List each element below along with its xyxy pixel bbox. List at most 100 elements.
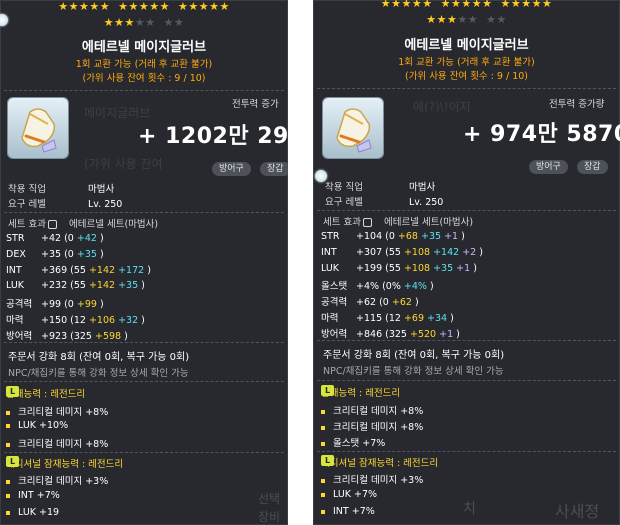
stat-row: DEX +35 (0 +35 ) bbox=[6, 249, 104, 260]
potential-header: L 잠재능력 : 레전드리 bbox=[6, 386, 86, 400]
stat-scroll: +68 bbox=[397, 231, 421, 242]
scissors-note: (가위 사용 잔여 횟수 : 9 / 10) bbox=[82, 73, 206, 84]
stat-flame: +172 bbox=[118, 264, 148, 276]
stat-star: +1 bbox=[456, 262, 474, 274]
starforce-stars-row2: ★★★★★ ★★ bbox=[426, 13, 507, 26]
stat-end: ) bbox=[450, 313, 454, 324]
stat-total: +846 bbox=[353, 328, 386, 340]
tag-gloves: 장갑 bbox=[260, 162, 288, 176]
job-row: 착용 직업 마법사 bbox=[325, 182, 436, 193]
npc-hint: NPC/채집키를 통해 강화 정보 상세 확인 가능 bbox=[323, 366, 504, 377]
stat-label: LUK bbox=[321, 262, 340, 274]
bg-faint-text: 치 bbox=[463, 501, 476, 517]
lock-icon bbox=[362, 218, 372, 227]
tag-gloves: 장갑 bbox=[577, 160, 608, 174]
stat-scroll: +142 bbox=[88, 264, 119, 276]
stat-label: INT bbox=[6, 264, 22, 276]
stat-end: ) bbox=[473, 262, 477, 274]
stat-total: +232 bbox=[38, 280, 71, 292]
bg-faint-text: 사새정 bbox=[555, 502, 600, 521]
stat-row: 올스탯 +4% (0% +4% ) bbox=[321, 278, 434, 292]
stat-total: +62 bbox=[353, 297, 380, 309]
stat-label: 공격력 bbox=[321, 297, 348, 309]
stat-end: ) bbox=[99, 233, 104, 244]
stat-base: (325 bbox=[70, 330, 95, 342]
stat-label: 공격력 bbox=[6, 299, 33, 311]
stat-end: ) bbox=[414, 297, 419, 309]
potential-line: 크리티컬 데미지 +8% bbox=[6, 404, 108, 418]
stat-base: (12 bbox=[385, 313, 404, 324]
stat-flame: +4% bbox=[403, 281, 430, 293]
stat-total: +104 bbox=[353, 231, 386, 242]
stat-row: 공격력 +62 (0 +62 ) bbox=[321, 294, 419, 308]
stat-base: (55 bbox=[70, 280, 89, 292]
set-row: 세트 효과 에테르넬 세트(마법사) bbox=[323, 217, 474, 228]
L-grade-icon: L bbox=[6, 386, 19, 397]
L-grade-icon: L bbox=[321, 385, 334, 396]
stat-scroll: +142 bbox=[88, 280, 119, 292]
starforce-stars-row2: ★★★★★ ★★ bbox=[103, 16, 185, 29]
stat-end: ) bbox=[99, 299, 104, 311]
scissors-note: (가위 사용 잔여 횟수 : 9 / 10) bbox=[404, 71, 528, 82]
stat-total: +99 bbox=[38, 299, 65, 311]
stat-label: 방어력 bbox=[6, 330, 33, 342]
additional-potential-header: L 에디셔널 잠재능력 : 레전드리 bbox=[6, 456, 124, 470]
stat-label: 방어력 bbox=[321, 328, 348, 340]
divider bbox=[4, 212, 284, 213]
item-name: 에테르넬 메이지글러브 bbox=[81, 40, 207, 55]
white-gold-glove-icon bbox=[8, 98, 68, 158]
stat-star: +2 bbox=[462, 246, 480, 258]
level-row: 요구 레벨 Lv. 250 bbox=[325, 197, 444, 208]
trade-note: 1회 교환 가능 (거래 후 교환 불가) bbox=[75, 59, 213, 70]
stat-scroll: +99 bbox=[76, 299, 100, 311]
additional-potential-header: L 에디셔널 잠재능력 : 레전드리 bbox=[321, 455, 439, 469]
stat-flame: +35 bbox=[421, 231, 445, 242]
stat-label: LUK bbox=[6, 280, 25, 292]
divider bbox=[317, 88, 616, 89]
stat-scroll: +108 bbox=[403, 246, 434, 258]
stat-label: 마력 bbox=[321, 313, 339, 324]
stat-label: 올스탯 bbox=[321, 281, 348, 293]
stat-row: STR +104 (0 +68 +35 +1 ) bbox=[321, 231, 465, 242]
cp-label: 전투력 증가 bbox=[232, 99, 279, 110]
stat-base: (325 bbox=[385, 328, 410, 340]
stat-end: ) bbox=[141, 315, 145, 326]
stat-base: (0 bbox=[379, 297, 392, 309]
potential-line: 크리티컬 데미지 +8% bbox=[6, 436, 108, 450]
tag-armor: 방어구 bbox=[212, 162, 251, 176]
cp-value: + 974만 5870 bbox=[463, 122, 620, 147]
stat-total: +369 bbox=[38, 264, 71, 276]
stat-label: 마력 bbox=[6, 315, 24, 326]
upgrade-info: 주문서 강화 8회 (잔여 0회, 복구 가능 0회) bbox=[8, 352, 190, 363]
additional-line: INT +7% bbox=[6, 490, 60, 501]
stat-row: 방어력 +846 (325 +520 +1 ) bbox=[321, 326, 460, 340]
stat-label: STR bbox=[6, 233, 25, 244]
stat-row: LUK +232 (55 +142 +35 ) bbox=[6, 280, 145, 291]
stat-base: (55 bbox=[70, 264, 89, 276]
stat-base: (12 bbox=[70, 315, 89, 326]
divider bbox=[4, 381, 284, 382]
stat-scroll: +108 bbox=[403, 262, 434, 274]
stat-base: (0 bbox=[64, 248, 77, 260]
stat-end: ) bbox=[141, 280, 145, 292]
stat-star: +1 bbox=[439, 328, 457, 340]
stat-row: 마력 +115 (12 +69 +34 ) bbox=[321, 310, 454, 324]
stat-end: ) bbox=[147, 264, 151, 276]
divider bbox=[317, 380, 616, 381]
starforce-stars: ★★★★★ ★★★★★ ★★★★★ bbox=[58, 0, 230, 13]
cp-value: + 1202만 2980 bbox=[138, 124, 288, 149]
stat-flame: +35 bbox=[433, 262, 457, 274]
stat-flame: +34 bbox=[427, 313, 451, 324]
L-grade-icon: L bbox=[321, 455, 334, 466]
bg-faint-text: 장비 bbox=[258, 510, 281, 524]
npc-hint: NPC/채집키를 통해 강화 정보 상세 확인 가능 bbox=[8, 368, 189, 379]
additional-line: LUK +7% bbox=[321, 489, 377, 500]
stat-flame: +35 bbox=[76, 248, 100, 260]
stat-total: +35 bbox=[38, 248, 65, 260]
stat-flame: +42 bbox=[76, 233, 100, 244]
stat-base: (0 bbox=[385, 231, 398, 242]
stat-scroll: +69 bbox=[403, 313, 428, 324]
stat-end: ) bbox=[461, 231, 465, 242]
lock-icon bbox=[47, 220, 57, 229]
stat-scroll: +62 bbox=[391, 297, 415, 309]
